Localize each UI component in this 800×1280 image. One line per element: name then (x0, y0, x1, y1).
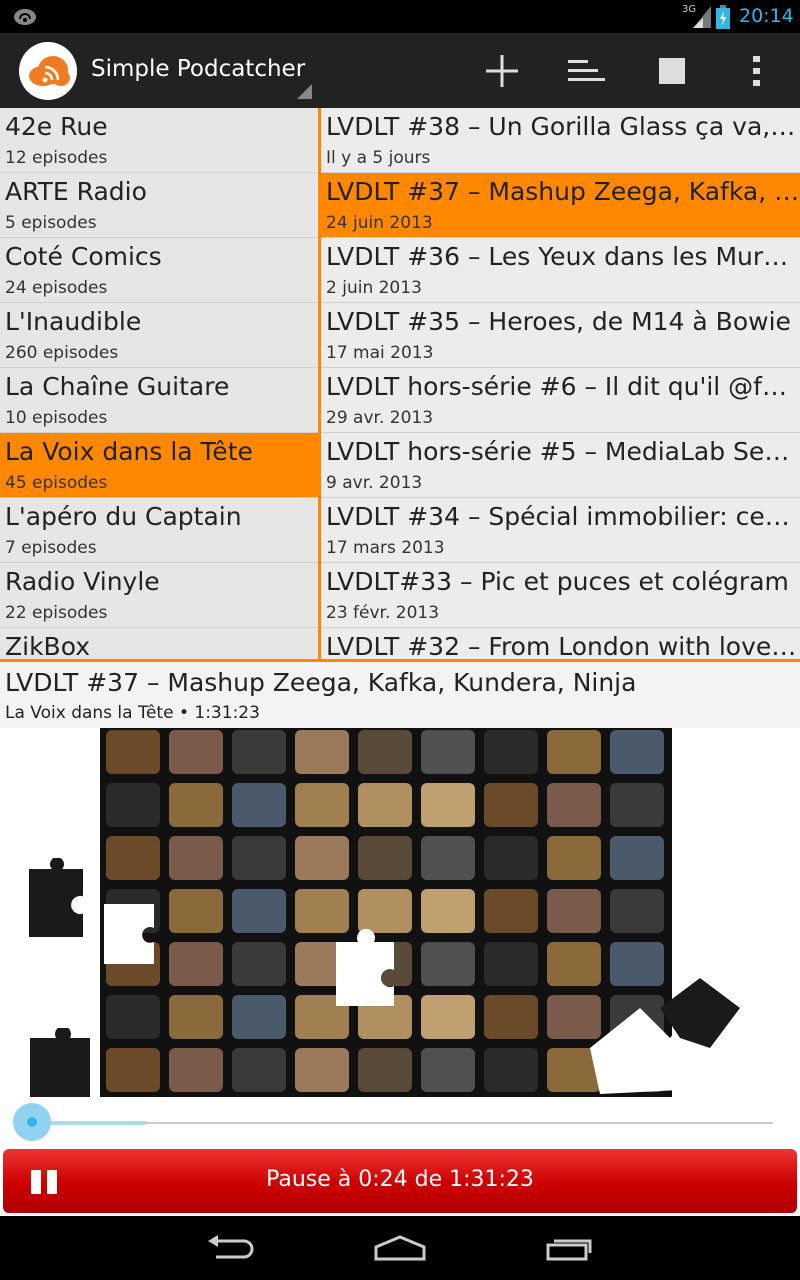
episode-item[interactable]: LVDLT hors-série #6 – Il dit qu'il @fo..… (321, 368, 800, 433)
podcast-name: Coté Comics (5, 242, 162, 271)
spinner-indicator-icon (297, 84, 312, 99)
episode-date: Il y a 5 jours (326, 148, 431, 168)
podcast-item[interactable]: 42e Rue 12 episodes (0, 108, 318, 173)
episode-title: LVDLT #36 – Les Yeux dans les Murs,... (326, 242, 800, 271)
episode-item[interactable]: LVDLT hors-série #5 – MediaLab Ses... 9 a… (321, 433, 800, 498)
podcast-item[interactable]: L'apéro du Captain 7 episodes (0, 498, 318, 563)
overflow-menu-icon (753, 55, 760, 86)
add-icon (486, 54, 518, 87)
artwork-area (0, 728, 800, 1097)
podcast-item-selected[interactable]: La Voix dans la Tête 45 episodes (0, 433, 318, 498)
podcast-episode-count: 7 episodes (5, 538, 97, 558)
puzzle-piece-image (30, 1028, 90, 1097)
sort-button[interactable] (551, 33, 623, 108)
episode-date: 2 juin 2013 (326, 278, 422, 298)
podcast-name: La Chaîne Guitare (5, 372, 230, 401)
now-playing-header: LVDLT #37 – Mashup Zeega, Kafka, Kundera… (0, 662, 800, 729)
episode-item[interactable]: LVDLT #34 – Spécial immobilier: ces ... 1… (321, 498, 800, 563)
stop-button[interactable] (636, 33, 708, 108)
podcast-name: L'apéro du Captain (5, 502, 242, 531)
podcast-item[interactable]: Radio Vinyle 22 episodes (0, 563, 318, 628)
podcast-name: La Voix dans la Tête (5, 437, 253, 466)
episode-item[interactable]: LVDLT #32 – From London with love :... (321, 628, 800, 660)
pause-label: Pause à 0:24 de 1:31:23 (266, 1167, 534, 1192)
episode-title: LVDLT hors-série #6 – Il dit qu'il @fo..… (326, 372, 800, 401)
podcast-episode-count: 22 episodes (5, 603, 108, 623)
podcast-item[interactable]: La Chaîne Guitare 10 episodes (0, 368, 318, 433)
episode-title: LVDLT #35 – Heroes, de M14 à Bowie (326, 307, 791, 336)
now-playing-subtitle: La Voix dans la Tête • 1:31:23 (5, 703, 260, 723)
lists-pane: 42e Rue 12 episodes ARTE Radio 5 episodes … (0, 108, 800, 660)
home-button[interactable] (350, 1216, 450, 1280)
podcast-list[interactable]: 42e Rue 12 episodes ARTE Radio 5 episodes … (0, 108, 318, 660)
back-button[interactable] (180, 1216, 280, 1280)
podcast-name: Radio Vinyle (5, 567, 160, 596)
add-podcast-button[interactable] (466, 33, 538, 108)
episode-date: 17 mai 2013 (326, 343, 434, 363)
puzzle-piece-image (336, 928, 394, 1006)
episode-title: LVDLT#33 – Pic et puces et colégram (326, 567, 789, 596)
app-logo-icon[interactable] (19, 42, 77, 100)
back-icon (208, 1235, 254, 1259)
episode-title: LVDLT #37 – Mashup Zeega, Kafka, K... (326, 177, 800, 206)
episode-item[interactable]: LVDLT#33 – Pic et puces et colégram 23 fé… (321, 563, 800, 628)
episode-item[interactable]: LVDLT #36 – Les Yeux dans les Murs,... 2 … (321, 238, 800, 303)
app-title[interactable]: Simple Podcatcher (91, 56, 305, 82)
episode-date: 24 juin 2013 (326, 213, 433, 233)
sort-icon (568, 59, 605, 81)
action-bar: Simple Podcatcher (0, 33, 800, 108)
now-playing-title: LVDLT #37 – Mashup Zeega, Kafka, Kundera… (5, 668, 637, 697)
battery-icon (716, 5, 730, 33)
podcast-item[interactable]: L'Inaudible 260 episodes (0, 303, 318, 368)
status-bar: 3G 20:14 (0, 0, 800, 33)
pause-button[interactable]: Pause à 0:24 de 1:31:23 (3, 1149, 797, 1213)
overflow-menu-button[interactable] (721, 33, 793, 108)
episode-item[interactable]: LVDLT #35 – Heroes, de M14 à Bowie 17 mai… (321, 303, 800, 368)
podcast-episode-count: 45 episodes (5, 473, 108, 493)
podcast-name: ZikBox (5, 632, 91, 660)
episode-title: LVDLT hors-série #5 – MediaLab Ses... (326, 437, 800, 466)
podcast-episode-count: 10 episodes (5, 408, 108, 428)
episode-title: LVDLT #32 – From London with love :... (326, 632, 800, 660)
episode-item[interactable]: LVDLT #38 – Un Gorilla Glass ça va, d...… (321, 108, 800, 173)
signal-icon (693, 6, 711, 32)
clock: 20:14 (739, 5, 794, 27)
system-nav-bar (0, 1216, 800, 1280)
seek-thumb[interactable] (13, 1103, 51, 1141)
episode-list[interactable]: LVDLT #38 – Un Gorilla Glass ça va, d...… (321, 108, 800, 660)
podcast-episode-count: 5 episodes (5, 213, 97, 233)
episode-title: LVDLT #38 – Un Gorilla Glass ça va, d... (326, 112, 800, 141)
podcast-item[interactable]: ZikBox (0, 628, 318, 660)
home-icon (374, 1235, 426, 1261)
podcast-item[interactable]: Coté Comics 24 episodes (0, 238, 318, 303)
cast-icon (12, 7, 38, 31)
puzzle-piece-image (27, 858, 85, 939)
episode-date: 17 mars 2013 (326, 538, 445, 558)
puzzle-piece-image (590, 978, 745, 1094)
seek-bar[interactable] (0, 1097, 800, 1149)
podcast-name: 42e Rue (5, 112, 108, 141)
episode-item-selected[interactable]: LVDLT #37 – Mashup Zeega, Kafka, K... 24 … (321, 173, 800, 238)
episode-title: LVDLT #34 – Spécial immobilier: ces ... (326, 502, 800, 531)
recent-apps-button[interactable] (520, 1216, 620, 1280)
podcast-episode-count: 260 episodes (5, 343, 119, 363)
recent-apps-icon (546, 1239, 592, 1261)
podcast-name: ARTE Radio (5, 177, 147, 206)
player-controls: Pause à 0:24 de 1:31:23 (0, 1149, 800, 1216)
episode-date: 9 avr. 2013 (326, 473, 423, 493)
podcast-name: L'Inaudible (5, 307, 142, 336)
podcast-episode-count: 12 episodes (5, 148, 108, 168)
episode-date: 29 avr. 2013 (326, 408, 434, 428)
podcast-episode-count: 24 episodes (5, 278, 108, 298)
podcast-item[interactable]: ARTE Radio 5 episodes (0, 173, 318, 238)
episode-date: 23 févr. 2013 (326, 603, 440, 623)
puzzle-piece-image (104, 904, 154, 964)
stop-icon (659, 57, 685, 84)
